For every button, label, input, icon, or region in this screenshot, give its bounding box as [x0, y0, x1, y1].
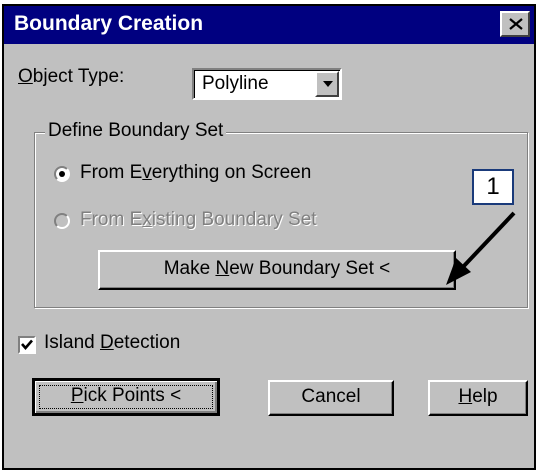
opt2-mnemonic: x [142, 209, 152, 230]
cancel-label: Cancel [301, 386, 361, 407]
help-post: elp [472, 386, 498, 407]
opt1-post: erything on Screen [151, 162, 312, 183]
make-new-mnemonic: N [215, 258, 230, 279]
radio-selected-dot [59, 171, 65, 177]
opt2-post: isting Boundary Set [151, 209, 317, 230]
radio-everything-label[interactable]: From Everything on Screen [80, 162, 311, 184]
island-detection-label[interactable]: Island Detection [44, 332, 180, 354]
make-new-pre: Make [163, 258, 216, 279]
radio-everything-on-screen[interactable] [54, 166, 70, 182]
title-bar[interactable]: Boundary Creation [4, 6, 534, 44]
make-new-post: ew Boundary Set < [229, 258, 391, 279]
focus-rect [39, 385, 213, 409]
opt2-pre: From E [80, 209, 143, 230]
object-type-label-text: bject Type: [32, 66, 125, 87]
chevron-down-icon [323, 81, 333, 87]
dialog-title: Boundary Creation [14, 12, 204, 35]
object-type-mnemonic: O [18, 66, 33, 87]
help-mnemonic: H [458, 386, 473, 407]
make-new-boundary-set-button[interactable]: Make New Boundary Set < [98, 250, 456, 290]
opt1-mnemonic: v [142, 162, 152, 183]
object-type-label: Object Type: [18, 66, 124, 88]
island-mnemonic: D [99, 332, 114, 353]
checkmark-icon [21, 339, 33, 350]
radio-existing-label: From Existing Boundary Set [80, 209, 317, 231]
island-pre: Island [44, 332, 100, 353]
callout-number-badge: 1 [472, 169, 514, 205]
pick-points-button[interactable]: Pick Points < [32, 378, 220, 416]
group-legend: Define Boundary Set [45, 120, 227, 142]
island-detection-checkbox[interactable] [18, 336, 36, 354]
island-post: etection [113, 332, 181, 353]
object-type-select[interactable]: Polyline [192, 68, 342, 100]
help-button[interactable]: Help [428, 380, 528, 416]
close-button[interactable] [500, 11, 530, 37]
radio-existing-boundary-set [54, 213, 70, 229]
cancel-button[interactable]: Cancel [268, 380, 394, 416]
boundary-creation-dialog: Boundary Creation Object Type: Polyline … [2, 4, 536, 470]
close-icon [509, 18, 523, 30]
opt1-pre: From E [80, 162, 143, 183]
dropdown-button[interactable] [315, 71, 339, 97]
object-type-value: Polyline [202, 73, 269, 94]
